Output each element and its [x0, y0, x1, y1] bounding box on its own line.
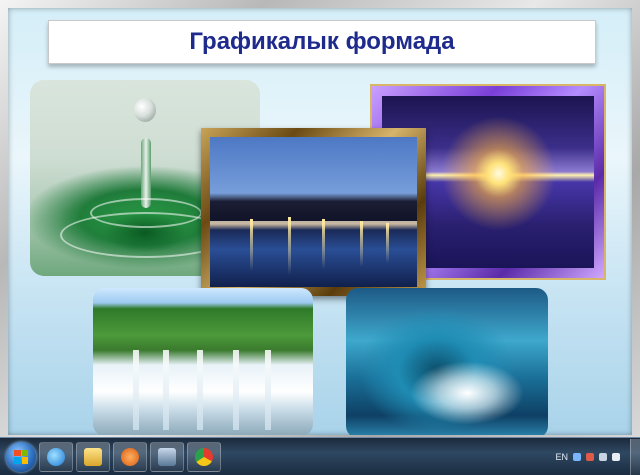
title-box: Графикалык формада	[48, 20, 596, 64]
taskbar-internet-explorer-button[interactable]	[39, 441, 73, 472]
start-button[interactable]	[6, 441, 36, 472]
help-icon[interactable]	[573, 452, 581, 461]
windows-logo-icon	[14, 449, 28, 464]
slide-frame: Графикалык формада	[0, 0, 640, 437]
river-reflection	[360, 221, 363, 267]
slide-title: Графикалык формада	[189, 28, 455, 55]
waterfall-picture	[93, 288, 313, 435]
volume-icon[interactable]	[612, 452, 620, 461]
chrome-icon	[195, 447, 213, 466]
taskbar-media-player-button[interactable]	[113, 441, 147, 472]
network-icon[interactable]	[599, 452, 607, 461]
flag-icon[interactable]	[586, 452, 594, 461]
river-reflection	[288, 217, 291, 275]
falling-water	[133, 350, 139, 430]
moscow-river-picture	[201, 128, 426, 296]
slide-canvas: Графикалык формада	[8, 8, 632, 435]
taskbar: EN	[0, 437, 640, 475]
show-desktop-button[interactable]	[630, 438, 640, 475]
city-night-image	[210, 137, 417, 287]
taskbar-explorer-button[interactable]	[76, 441, 110, 472]
falling-water	[265, 350, 271, 430]
river-reflection	[322, 219, 325, 269]
river-reflection	[386, 223, 389, 263]
taskbar-app-button[interactable]	[150, 441, 184, 472]
folder-icon	[84, 447, 102, 466]
falling-droplet	[134, 98, 156, 122]
language-indicator[interactable]: EN	[555, 452, 568, 462]
city-skyline	[210, 193, 417, 221]
taskbar-chrome-button[interactable]	[187, 441, 221, 472]
falling-water	[233, 350, 239, 430]
system-tray: EN	[555, 452, 630, 462]
media-player-icon	[121, 447, 139, 466]
falling-water	[197, 350, 203, 430]
internet-explorer-icon	[47, 447, 65, 466]
app-icon	[158, 447, 176, 466]
falling-water	[163, 350, 169, 430]
river-reflection	[250, 219, 253, 271]
ocean-wave-picture	[346, 288, 548, 435]
